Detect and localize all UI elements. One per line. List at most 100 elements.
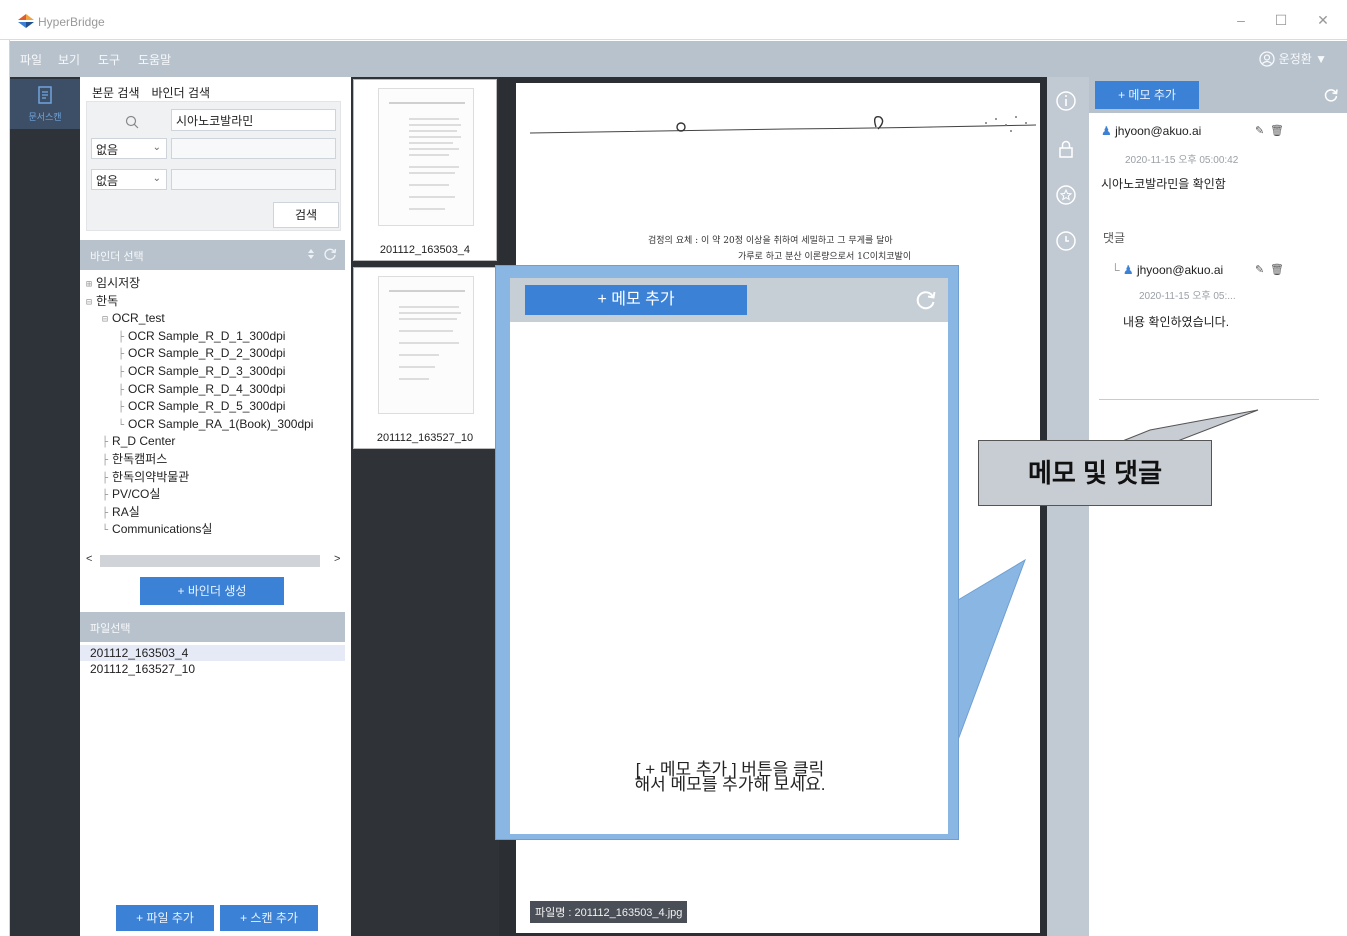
tree-node[interactable]: ├ 한독캠퍼스 xyxy=(86,451,344,469)
hint-line: 해서 메모를 추가해 보세요. xyxy=(634,775,826,794)
lock-icon[interactable] xyxy=(1054,137,1078,161)
tree-node[interactable]: ├ OCR Sample_R_D_1_300dpi xyxy=(86,328,344,346)
zoom-memo-panel: + 메모 추가 [ + 메모 추가 ] 버튼을 클릭 해서 메모를 추가해 보세… xyxy=(510,278,948,834)
add-scan-button[interactable]: + 스캔 추가 xyxy=(220,905,318,931)
scrollbar-thumb[interactable] xyxy=(100,555,320,567)
tree-node[interactable]: ├ OCR Sample_R_D_3_300dpi xyxy=(86,363,344,381)
search-icon xyxy=(125,115,139,129)
tree-guide-icon: ├ xyxy=(102,437,109,449)
tree-node[interactable]: ├ 한독의약박물관 xyxy=(86,469,344,487)
info-icon[interactable] xyxy=(1054,89,1078,113)
thumbnail-card[interactable]: 201112_163527_10 xyxy=(353,267,497,449)
filter-select-2-value: 없음 xyxy=(96,174,119,188)
window-left-border xyxy=(0,40,10,936)
tree-node[interactable]: └ Communications실 xyxy=(86,521,344,539)
tree-node-label: OCR Sample_R_D_4_300dpi xyxy=(128,381,286,396)
menu-view[interactable]: 보기 xyxy=(58,51,80,68)
rail-item-document-scan[interactable]: 문서스캔 xyxy=(10,79,80,129)
file-section-header: 파일선택 xyxy=(80,612,345,642)
filter-select-1[interactable]: 없음 ⌄ xyxy=(91,138,167,159)
thumbnail-column: 201112_163503_4 201112_163527_10 xyxy=(351,77,499,936)
filter-input-1[interactable] xyxy=(171,138,336,159)
thumbnail-card[interactable]: 201112_163503_4 xyxy=(353,79,497,261)
user-name: 운정환 ▼ xyxy=(1278,52,1327,66)
tree-node[interactable]: ⊟ 한독 xyxy=(86,293,344,311)
tree-node-label: 한독캠퍼스 xyxy=(112,451,168,466)
thumbnail-image xyxy=(378,88,474,226)
menu-help[interactable]: 도움말 xyxy=(138,51,171,68)
star-icon[interactable] xyxy=(1054,183,1078,207)
filter-select-2[interactable]: 없음 ⌄ xyxy=(91,169,167,190)
tree-guide-icon: ├ xyxy=(118,402,125,414)
tab-text-search[interactable]: 본문 검색 xyxy=(88,82,144,103)
list-item[interactable]: 201112_163503_4 xyxy=(80,645,345,661)
scroll-right-icon[interactable]: > xyxy=(334,553,340,565)
user-menu[interactable]: 운정환 ▼ xyxy=(1259,50,1327,67)
refresh-icon[interactable] xyxy=(323,247,337,261)
tool-icon-column xyxy=(1047,77,1089,936)
comment-header: 댓글 xyxy=(1103,231,1126,245)
delete-icon[interactable]: 🗑 xyxy=(1270,124,1284,137)
tree-node-label: OCR Sample_R_D_5_300dpi xyxy=(128,399,286,414)
create-binder-button[interactable]: + 바인더 생성 xyxy=(140,577,284,605)
tree-node[interactable]: ├ OCR Sample_R_D_2_300dpi xyxy=(86,345,344,363)
tree-guide-icon: ├ xyxy=(118,384,125,396)
user-icon xyxy=(1259,50,1275,67)
tree-guide-icon: ├ xyxy=(118,349,125,361)
comment-author-name: jhyoon@akuo.ai xyxy=(1136,263,1224,277)
edit-icon[interactable]: ✎ xyxy=(1255,124,1264,137)
tree-node[interactable]: ├ OCR Sample_R_D_5_300dpi xyxy=(86,398,344,416)
menu-file[interactable]: 파일 xyxy=(20,51,42,68)
search-input[interactable]: 시아노코발라민 xyxy=(171,109,336,131)
tree-guide-icon: ⊟ xyxy=(102,314,109,326)
tree-node-label: RA실 xyxy=(112,504,140,519)
delete-icon[interactable]: 🗑 xyxy=(1270,263,1284,276)
app-window: HyperBridge – ☐ ✕ 파일 보기 도구 도움말 운정환 ▼ 문서스… xyxy=(0,0,1347,936)
page-preview xyxy=(389,290,465,380)
tree-node[interactable]: ├ RA실 xyxy=(86,504,344,522)
callout-label: 메모 및 댓글 xyxy=(978,440,1212,506)
tab-binder-search[interactable]: 바인더 검색 xyxy=(147,82,215,103)
add-file-button[interactable]: + 파일 추가 xyxy=(116,905,214,931)
tree-node[interactable]: ├ OCR Sample_R_D_4_300dpi xyxy=(86,381,344,399)
refresh-icon[interactable] xyxy=(914,288,938,312)
comment-text: 내용 확인하였습니다. xyxy=(1123,315,1230,329)
memo-text: 시아노코발라민을 확인함 xyxy=(1101,177,1226,191)
close-button[interactable]: ✕ xyxy=(1313,12,1333,29)
sort-icon[interactable] xyxy=(305,248,317,260)
memo-author: ♟ jhyoon@akuo.ai xyxy=(1101,124,1201,138)
tree-node-label: 한독 xyxy=(96,293,119,308)
add-memo-button[interactable]: + 메모 추가 xyxy=(1095,81,1199,109)
edit-icon[interactable]: ✎ xyxy=(1255,263,1264,276)
list-item[interactable]: 201112_163527_10 xyxy=(80,661,345,677)
tree-node[interactable]: ⊞ 임시저장 xyxy=(86,275,344,293)
refresh-icon[interactable] xyxy=(1323,87,1339,103)
reply-guide: └ xyxy=(1111,263,1120,277)
maximize-button[interactable]: ☐ xyxy=(1271,12,1291,29)
tree-node-label: OCR Sample_RA_1(Book)_300dpi xyxy=(128,416,314,431)
tree-guide-icon: ├ xyxy=(102,472,109,484)
comment-author: └ ♟ jhyoon@akuo.ai xyxy=(1111,263,1223,277)
tree-node[interactable]: └ OCR Sample_RA_1(Book)_300dpi xyxy=(86,416,344,434)
filter-input-2[interactable] xyxy=(171,169,336,190)
zoom-callout: + 메모 추가 [ + 메모 추가 ] 버튼을 클릭 해서 메모를 추가해 보세… xyxy=(495,265,959,840)
menu-tools[interactable]: 도구 xyxy=(98,51,120,68)
minimize-button[interactable]: – xyxy=(1231,12,1251,28)
zoom-add-memo-button[interactable]: + 메모 추가 xyxy=(525,285,747,315)
tree-node[interactable]: ⊟ OCR_test xyxy=(86,310,344,328)
clock-icon[interactable] xyxy=(1054,229,1078,253)
title-bar: HyperBridge – ☐ ✕ xyxy=(0,0,1347,40)
search-button[interactable]: 검색 xyxy=(273,202,339,228)
tree-node-label: OCR Sample_R_D_2_300dpi xyxy=(128,346,286,361)
divider xyxy=(1099,399,1319,400)
person-icon: ♟ xyxy=(1101,124,1112,138)
tree-guide-icon: ⊟ xyxy=(86,296,93,308)
tree-guide-icon: ├ xyxy=(102,507,109,519)
tree-node-label: Communications실 xyxy=(112,522,213,537)
memo-header: + 메모 추가 xyxy=(1089,77,1347,113)
tree-node[interactable]: ├ R_D Center xyxy=(86,433,344,451)
horizontal-scrollbar[interactable]: < > xyxy=(86,553,344,567)
tree-node[interactable]: ├ PV/CO실 xyxy=(86,486,344,504)
tree-guide-icon: └ xyxy=(102,525,109,537)
scroll-left-icon[interactable]: < xyxy=(86,553,92,565)
